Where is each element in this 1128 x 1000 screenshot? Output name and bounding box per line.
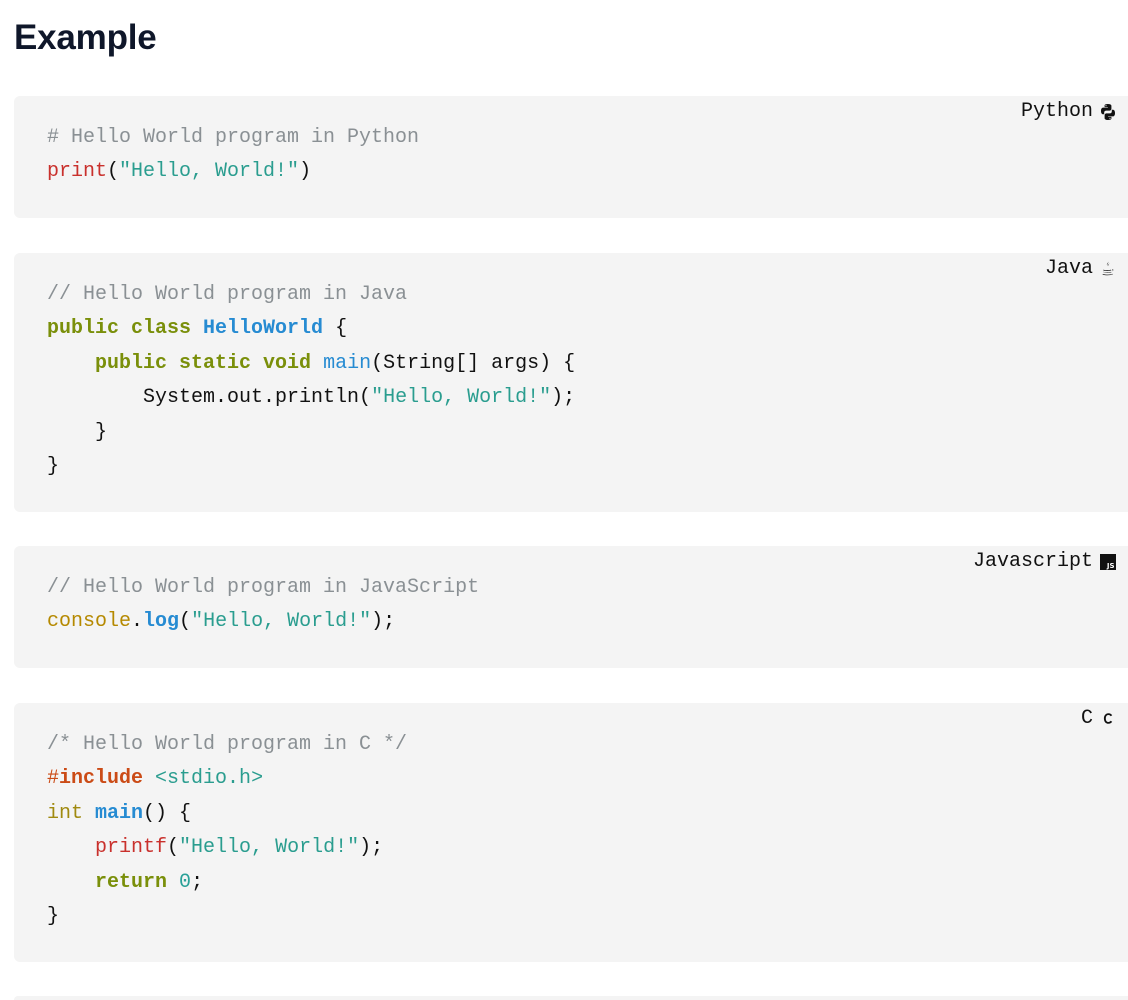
code-line: System.out.println("Hello, World!"); (47, 381, 575, 415)
code-token-pre-b: include (59, 767, 144, 791)
code-line: # Hello World program in Python (47, 121, 419, 155)
code-token-keyword: public static void (95, 351, 324, 375)
code-token-comment: # Hello World program in Python (47, 126, 420, 149)
code-line: int main() { (47, 797, 407, 831)
code-token-num: 0 (179, 870, 192, 894)
code-content: /* Hello World program in C */ #include <… (47, 728, 407, 934)
code-token-plain: ) (299, 160, 312, 184)
code-token-plain: ); (371, 610, 396, 634)
python-icon (1099, 103, 1117, 121)
code-token-func-b: log (143, 610, 180, 634)
svg-text:JS: JS (1106, 562, 1115, 570)
code-token-type: int (47, 801, 84, 825)
code-token-plain: } (47, 904, 60, 928)
code-token-plain: (String[] args) { (371, 351, 576, 375)
language-name: Java (1044, 257, 1093, 280)
code-token-plain: } (47, 420, 108, 444)
javascript-icon: JS (1099, 553, 1117, 571)
code-line: return 0; (47, 866, 407, 900)
language-name: C (1080, 707, 1093, 730)
code-line: // Hello World program in Java (47, 278, 575, 312)
code-token-plain: () { (143, 801, 192, 825)
code-line: printf("Hello, World!"); (47, 831, 407, 865)
code-token-string: <stdio.h> (155, 767, 264, 791)
code-token-plain: . (131, 610, 144, 634)
language-name: Python (1020, 100, 1093, 123)
java-icon (1099, 260, 1117, 278)
code-token-keyword: public class (47, 317, 204, 341)
language-name: Javascript (972, 550, 1093, 573)
code-token-plain: ); (359, 836, 384, 860)
code-block-c: C /* Hello World program in C */ #include… (14, 703, 1128, 962)
language-label: Python (1021, 99, 1117, 125)
code-content: # Hello World program in Python print("He… (47, 121, 419, 190)
code-token-string: "Hello, World!" (371, 386, 552, 410)
code-block-partial (14, 996, 1128, 1000)
code-token-string: "Hello, World!" (119, 160, 300, 184)
code-token-builtin: printf (95, 836, 168, 860)
language-label: Java (1045, 256, 1117, 282)
language-label: Javascript JS (973, 549, 1117, 575)
code-token-var: console (47, 610, 132, 634)
code-line: console.log("Hello, World!"); (47, 605, 479, 639)
code-token-plain: { (323, 317, 348, 341)
code-line: #include <stdio.h> (47, 762, 407, 796)
code-token-func: main (323, 351, 372, 375)
code-token-plain: ( (107, 160, 120, 184)
code-line: print("Hello, World!") (47, 155, 419, 189)
code-line: public static void main(String[] args) { (47, 347, 575, 381)
code-line: // Hello World program in JavaScript (47, 571, 479, 605)
code-token-comment: // Hello World program in Java (47, 283, 408, 306)
code-line: } (47, 900, 407, 934)
code-token-class: HelloWorld (203, 317, 324, 341)
code-token-plain: ; (191, 870, 204, 894)
code-line: /* Hello World program in C */ (47, 728, 407, 762)
code-block-java: Java // Hello World program in Java publi… (14, 253, 1128, 512)
code-token-comment: // Hello World program in JavaScript (47, 576, 480, 599)
c-language-icon (1099, 710, 1117, 728)
code-token-plain: ); (551, 386, 576, 410)
page-title: Example (14, 18, 157, 57)
code-line: public class HelloWorld { (47, 312, 575, 346)
code-token-keyword: return (95, 870, 168, 894)
code-token-func-b: main (95, 801, 144, 825)
code-content: // Hello World program in Java public cla… (47, 278, 575, 484)
code-token-plain: ( (179, 610, 192, 634)
code-token-comment: /* Hello World program in C */ (47, 733, 408, 756)
code-content: // Hello World program in JavaScript cons… (47, 571, 479, 640)
code-token-plain: System.out.println( (47, 386, 372, 410)
code-line: } (47, 416, 575, 450)
language-label: C (1081, 706, 1117, 732)
code-line: } (47, 450, 575, 484)
code-token-builtin: print (47, 160, 108, 184)
code-block-javascript: Javascript JS // Hello World program in … (14, 546, 1128, 668)
code-token-string: "Hello, World!" (191, 610, 372, 634)
code-token-pre: # (47, 767, 60, 791)
code-block-python: Python # Hello World program in Python pr… (14, 96, 1128, 218)
code-token-plain: ( (167, 836, 180, 860)
code-token-plain: } (47, 454, 60, 478)
code-token-string: "Hello, World!" (179, 836, 360, 860)
